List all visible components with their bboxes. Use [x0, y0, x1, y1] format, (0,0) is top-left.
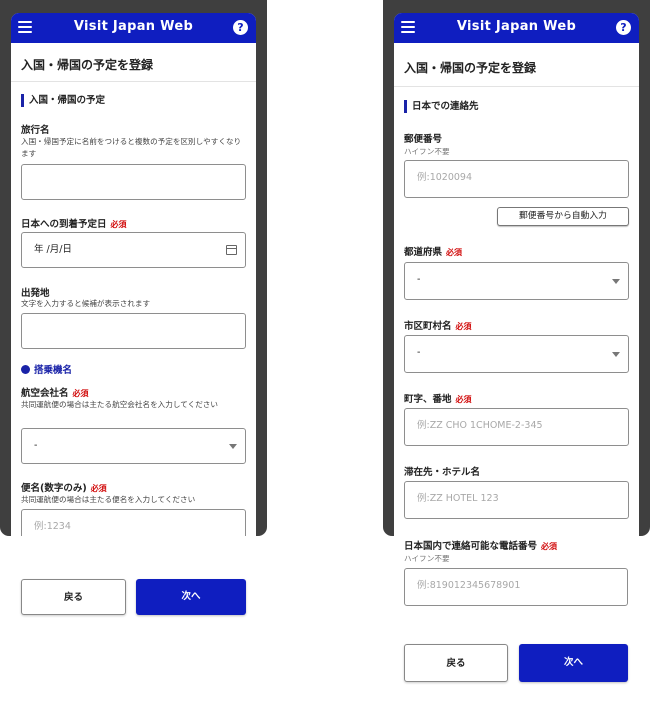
required-badge: 必須 [455, 395, 472, 404]
required-badge: 必須 [72, 389, 89, 398]
right-screen: Visit Japan Web ? 入国・帰国の予定を登録 日本での連絡先 郵便… [394, 13, 639, 536]
chevron-down-icon [612, 352, 620, 357]
phone-number-input[interactable]: 例:819012345678901 [404, 568, 628, 606]
prefecture-select-value: - [417, 274, 421, 285]
trip-name-help: 入国・帰国予定に名前をつけると複数の予定を区別しやすくなります [21, 137, 242, 158]
section-heading: 日本での連絡先 [404, 100, 479, 113]
city-select-value: - [417, 347, 421, 358]
chevron-down-icon [612, 279, 620, 284]
street-address-label: 町字、番地 必須 [404, 391, 472, 405]
back-button[interactable]: 戻る [404, 644, 508, 682]
city-label-text: 市区町村名 [404, 321, 452, 332]
app-header: Visit Japan Web ? [394, 13, 639, 43]
required-badge: 必須 [446, 248, 463, 257]
page-title: 入国・帰国の予定を登録 [404, 61, 537, 75]
hotel-label: 滞在先・ホテル名 [404, 467, 481, 478]
required-badge: 必須 [455, 322, 472, 331]
street-address-placeholder: 例:ZZ CHO 1CHOME-2-345 [417, 420, 543, 431]
departure-input[interactable] [21, 313, 246, 349]
hotel-placeholder: 例:ZZ HOTEL 123 [417, 493, 499, 504]
flight-number-label: 便名(数字のみ) 必須 [21, 480, 107, 494]
required-badge: 必須 [90, 484, 107, 493]
required-badge: 必須 [110, 220, 127, 229]
app-header: Visit Japan Web ? [11, 13, 256, 43]
required-badge: 必須 [541, 542, 558, 551]
postal-code-input[interactable]: 例:1020094 [404, 160, 629, 198]
title-divider [394, 86, 639, 87]
airline-label-text: 航空会社名 [21, 388, 69, 399]
airline-help: 共同運航便の場合は主たる航空会社名を入力してください [21, 400, 218, 409]
airline-label: 航空会社名 必須 [21, 385, 89, 399]
flight-number-placeholder: 例:1234 [34, 521, 71, 532]
airline-select-value: - [34, 440, 38, 451]
phone-number-help: ハイフン不要 [404, 554, 450, 563]
city-label: 市区町村名 必須 [404, 318, 472, 332]
postal-code-placeholder: 例:1020094 [417, 172, 473, 183]
street-address-label-text: 町字、番地 [404, 394, 452, 405]
street-address-input[interactable]: 例:ZZ CHO 1CHOME-2-345 [404, 408, 629, 446]
postal-code-help: ハイフン不要 [404, 147, 450, 156]
phone-number-label-text: 日本国内で連絡可能な電話番号 [404, 541, 538, 552]
arrival-date-label: 日本への到着予定日 必須 [21, 216, 127, 230]
flight-section-heading: 搭乗機名 [21, 362, 72, 376]
hotel-input[interactable]: 例:ZZ HOTEL 123 [404, 481, 629, 519]
trip-name-input[interactable] [21, 164, 246, 200]
back-button[interactable]: 戻る [21, 579, 126, 615]
flight-number-input[interactable]: 例:1234 [21, 509, 246, 536]
flight-section-text: 搭乗機名 [34, 365, 73, 376]
next-button[interactable]: 次へ [519, 644, 628, 682]
title-divider [11, 81, 256, 82]
help-icon[interactable]: ? [233, 20, 248, 35]
app-title: Visit Japan Web [73, 19, 194, 34]
help-icon[interactable]: ? [616, 20, 631, 35]
left-phone-frame: Visit Japan Web ? 入国・帰国の予定を登録 入国・帰国の予定 旅… [0, 0, 267, 536]
phone-number-label: 日本国内で連絡可能な電話番号 必須 [404, 538, 557, 552]
postal-code-label: 郵便番号 [404, 134, 443, 145]
trip-name-label: 旅行名 [21, 125, 50, 136]
postal-autofill-button[interactable]: 郵便番号から自動入力 [497, 207, 629, 226]
arrival-date-input[interactable]: 年 /月/日 [21, 232, 246, 268]
prefecture-label-text: 都道府県 [404, 247, 443, 258]
flight-number-help: 共同運航便の場合は主たる便名を入力してください [21, 495, 196, 504]
bullet-dot-icon [21, 365, 30, 374]
next-button[interactable]: 次へ [136, 579, 246, 615]
flight-number-label-text: 便名(数字のみ) [21, 483, 87, 494]
calendar-icon[interactable] [226, 245, 237, 255]
arrival-date-value: 年 /月/日 [34, 244, 72, 255]
departure-help: 文字を入力すると候補が表示されます [21, 299, 151, 308]
app-title: Visit Japan Web [456, 19, 577, 34]
departure-label: 出発地 [21, 288, 50, 299]
right-phone-frame: Visit Japan Web ? 入国・帰国の予定を登録 日本での連絡先 郵便… [383, 0, 650, 536]
chevron-down-icon [229, 444, 237, 449]
airline-select[interactable]: - [21, 428, 246, 464]
prefecture-select[interactable]: - [404, 262, 629, 300]
left-screen: Visit Japan Web ? 入国・帰国の予定を登録 入国・帰国の予定 旅… [11, 13, 256, 536]
arrival-date-label-text: 日本への到着予定日 [21, 219, 107, 230]
prefecture-label: 都道府県 必須 [404, 244, 462, 258]
city-select[interactable]: - [404, 335, 629, 373]
page-title: 入国・帰国の予定を登録 [21, 58, 154, 72]
section-heading: 入国・帰国の予定 [21, 94, 105, 107]
phone-number-placeholder: 例:819012345678901 [417, 580, 521, 591]
